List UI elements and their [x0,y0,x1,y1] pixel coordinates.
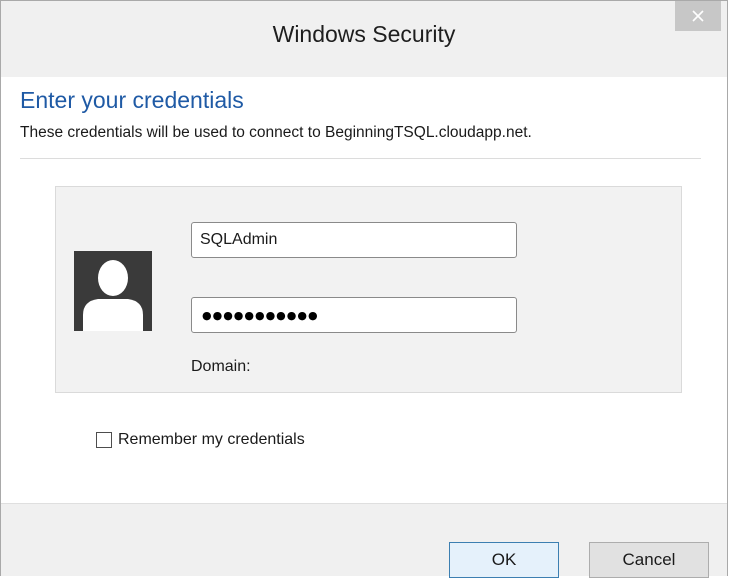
remember-checkbox[interactable] [96,432,112,448]
password-mask: ●●●●●●●●●●● [202,308,319,322]
credential-tile[interactable]: ●●●●●●●●●●● Domain: [55,186,682,393]
header-divider [20,158,701,159]
ok-button[interactable]: OK [449,542,559,578]
cancel-button[interactable]: Cancel [589,542,709,578]
credentials-description: These credentials will be used to connec… [20,124,532,141]
username-field[interactable] [191,222,517,258]
button-bar: OK Cancel [1,503,727,578]
domain-label: Domain: [191,358,251,375]
remember-label: Remember my credentials [118,431,305,448]
password-field[interactable]: ●●●●●●●●●●● [191,297,517,333]
user-avatar-icon [74,251,152,331]
remember-credentials-option[interactable]: Remember my credentials [96,431,305,449]
close-button[interactable] [675,1,721,31]
title-bar: Windows Security [1,1,727,77]
close-icon [692,10,704,22]
windows-security-dialog: Windows Security Enter your credentials … [0,0,728,578]
credentials-heading: Enter your credentials [20,87,244,113]
window-title: Windows Security [272,21,456,47]
